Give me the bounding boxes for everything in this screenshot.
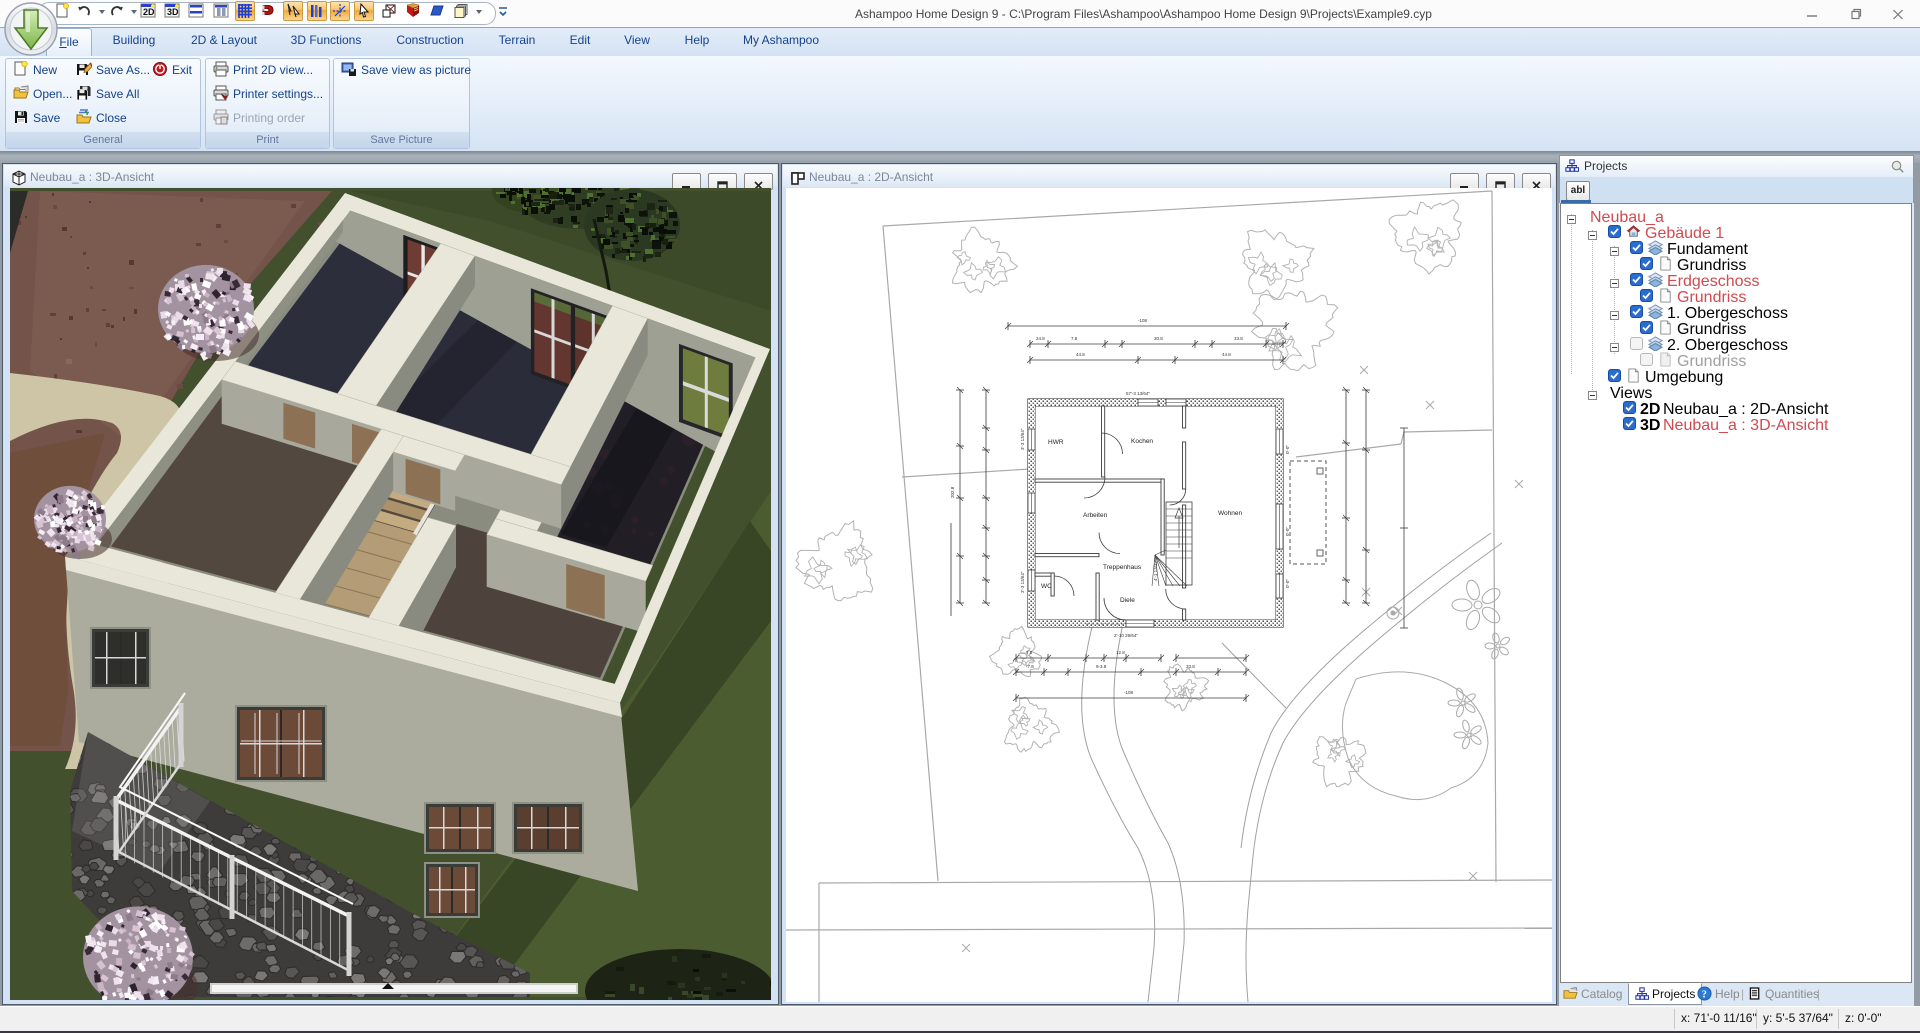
svg-text:?: ? [1702, 989, 1707, 1000]
svg-text:24.8: 24.8 [1036, 336, 1045, 341]
svg-text:0'-0": 0'-0" [1285, 579, 1290, 588]
svg-text:7.8: 7.8 [1071, 336, 1078, 341]
svg-text:Treppenhaus: Treppenhaus [1103, 564, 1142, 571]
svg-text:33.8: 33.8 [1186, 664, 1195, 669]
svg-text:Arbeiten: Arbeiten [1083, 512, 1108, 519]
svg-text:9-3.8: 9-3.8 [1096, 664, 1107, 669]
svg-text:7.8: 7.8 [1026, 650, 1033, 655]
svg-text:12.8: 12.8 [1116, 650, 1125, 655]
svg-text:44.8: 44.8 [1222, 352, 1231, 357]
svg-text:57'-3 13/64": 57'-3 13/64" [1126, 391, 1150, 396]
svg-text:3'-3 13/64": 3'-3 13/64" [1020, 571, 1025, 593]
svg-text:202.8: 202.8 [950, 486, 955, 498]
svg-text:0'-0": 0'-0" [1285, 445, 1290, 454]
svg-text:3D: 3D [167, 7, 179, 17]
svg-text:-108: -108 [1124, 690, 1134, 695]
svg-text:4'-1 13/32": 4'-1 13/32" [1153, 559, 1158, 581]
svg-text:30.8: 30.8 [1154, 336, 1163, 341]
svg-text:3'-3 13/64": 3'-3 13/64" [1020, 428, 1025, 450]
svg-text:-7.8: -7.8 [1026, 664, 1034, 669]
svg-text:0'-0": 0'-0" [1285, 527, 1290, 536]
svg-text:44.8: 44.8 [1076, 352, 1085, 357]
svg-text:-108: -108 [1138, 318, 1148, 323]
svg-text:33.8: 33.8 [1234, 336, 1243, 341]
svg-text:2'-10 29/64": 2'-10 29/64" [1114, 633, 1138, 638]
svg-text:2D: 2D [143, 7, 155, 17]
svg-text:Wohnen: Wohnen [1218, 510, 1242, 517]
svg-text:Kochen: Kochen [1131, 438, 1153, 445]
svg-text:Diele: Diele [1120, 597, 1135, 604]
svg-text:WC: WC [1041, 583, 1052, 590]
svg-text:HWR: HWR [1048, 439, 1064, 446]
